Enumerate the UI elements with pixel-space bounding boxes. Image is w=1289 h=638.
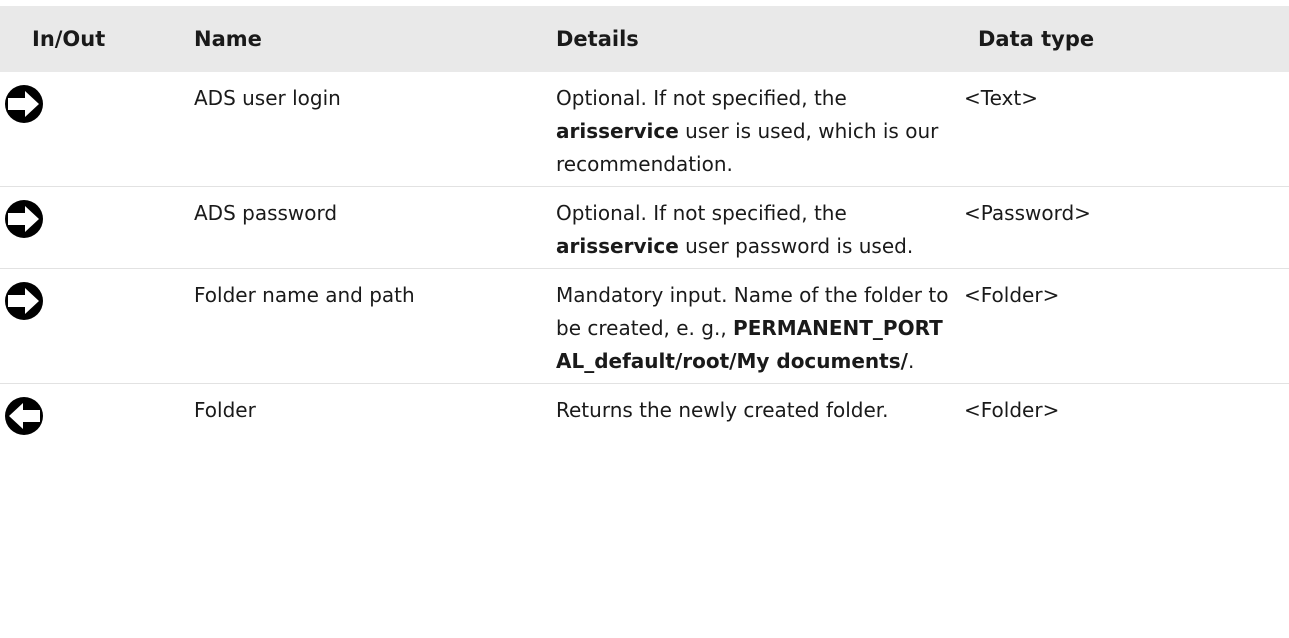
header-in-out: In/Out [32,27,106,51]
param-name: Folder name and path [194,283,415,307]
param-name: Folder [194,398,256,422]
parameters-table: In/Out Name Details Data type ADS user l… [0,6,1289,446]
param-details: Optional. If not specified, the arisserv… [556,86,939,176]
param-details: Mandatory input. Name of the folder to b… [556,283,949,373]
header-details: Details [556,27,639,51]
table-row: ADS password Optional. If not specified,… [0,187,1289,269]
param-data-type: <Folder> [964,398,1060,422]
in-out-cell [0,269,176,384]
in-out-cell [0,384,176,447]
header-data-type: Data type [978,27,1095,51]
input-arrow-icon [5,200,43,238]
param-details: Optional. If not specified, the arisserv… [556,201,914,258]
table-row: Folder name and path Mandatory input. Na… [0,269,1289,384]
input-arrow-icon [5,282,43,320]
param-data-type: <Folder> [964,283,1060,307]
param-name: ADS password [194,201,338,225]
table-header-row: In/Out Name Details Data type [0,6,1289,72]
header-name: Name [194,27,262,51]
table-row: ADS user login Optional. If not specifie… [0,72,1289,187]
param-data-type: <Password> [964,201,1091,225]
in-out-cell [0,72,176,187]
param-data-type: <Text> [964,86,1038,110]
table-row: Folder Returns the newly created folder.… [0,384,1289,447]
param-details: Returns the newly created folder. [556,398,889,422]
input-arrow-icon [5,85,43,123]
output-arrow-icon [5,397,43,435]
param-name: ADS user login [194,86,341,110]
in-out-cell [0,187,176,269]
